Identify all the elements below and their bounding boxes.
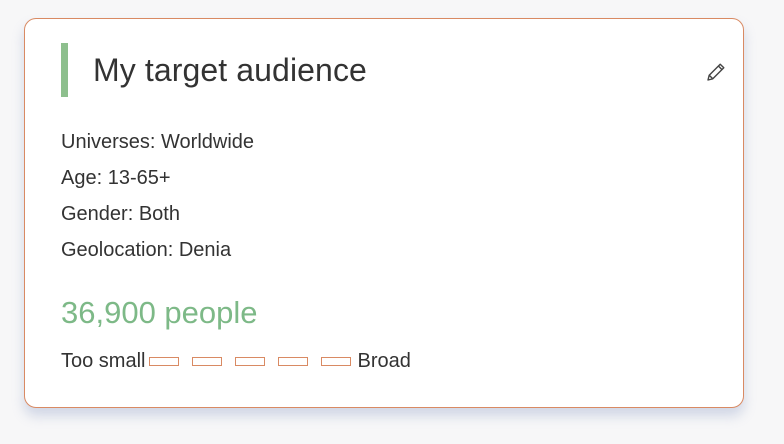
pencil-icon bbox=[707, 63, 725, 81]
detail-universes: Universes: Worldwide bbox=[61, 131, 255, 153]
audience-breadth-scale: Too small Broad bbox=[61, 347, 411, 375]
audience-details: Universes: Worldwide Age: 13-65+ Gender:… bbox=[61, 124, 254, 268]
card-title: My target audience bbox=[93, 51, 367, 88]
detail-age: Age: 13-65+ bbox=[61, 167, 171, 189]
scale-min-label: Too small bbox=[61, 350, 146, 372]
scale-segment bbox=[321, 356, 352, 366]
edit-button[interactable] bbox=[705, 61, 727, 83]
detail-gender: Gender: Both bbox=[61, 203, 180, 225]
title-accent-bar bbox=[61, 43, 68, 97]
detail-geolocation: Geolocation: Denia bbox=[61, 239, 232, 261]
scale-segment bbox=[278, 356, 309, 366]
target-audience-card: My target audience Universes: Worldwide … bbox=[24, 18, 744, 408]
scale-segment bbox=[192, 356, 223, 366]
scale-segment bbox=[235, 356, 266, 366]
scale-segment bbox=[149, 356, 180, 366]
scale-max-label: Broad bbox=[357, 350, 411, 372]
card-header: My target audience bbox=[61, 43, 367, 97]
audience-size: 36,900 people bbox=[61, 295, 258, 330]
